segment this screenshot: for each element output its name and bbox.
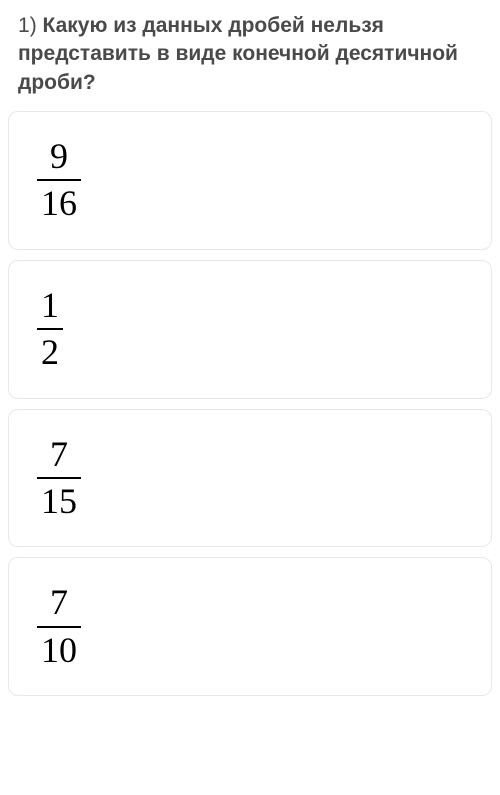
fraction: 7 15 [37, 434, 81, 523]
fraction: 7 10 [37, 582, 81, 671]
fraction-denominator: 16 [37, 181, 81, 224]
fraction: 1 2 [37, 285, 63, 374]
answer-option-3[interactable]: 7 15 [8, 409, 492, 548]
fraction-numerator: 7 [46, 582, 72, 625]
question-header: 1) Какую из данных дробей нельзя предста… [0, 0, 500, 111]
question-number: 1 [18, 14, 30, 37]
question-text: Какую из данных дробей нельзя представит… [18, 14, 458, 94]
fraction-denominator: 2 [37, 330, 63, 373]
fraction-numerator: 7 [46, 434, 72, 477]
fraction-numerator: 9 [46, 136, 72, 179]
fraction-denominator: 15 [37, 479, 81, 522]
fraction-denominator: 10 [37, 628, 81, 671]
answer-option-2[interactable]: 1 2 [8, 260, 492, 399]
fraction-numerator: 1 [37, 285, 63, 328]
answer-option-4[interactable]: 7 10 [8, 557, 492, 696]
question-separator: ) [30, 14, 43, 37]
fraction: 9 16 [37, 136, 81, 225]
answer-option-1[interactable]: 9 16 [8, 111, 492, 250]
